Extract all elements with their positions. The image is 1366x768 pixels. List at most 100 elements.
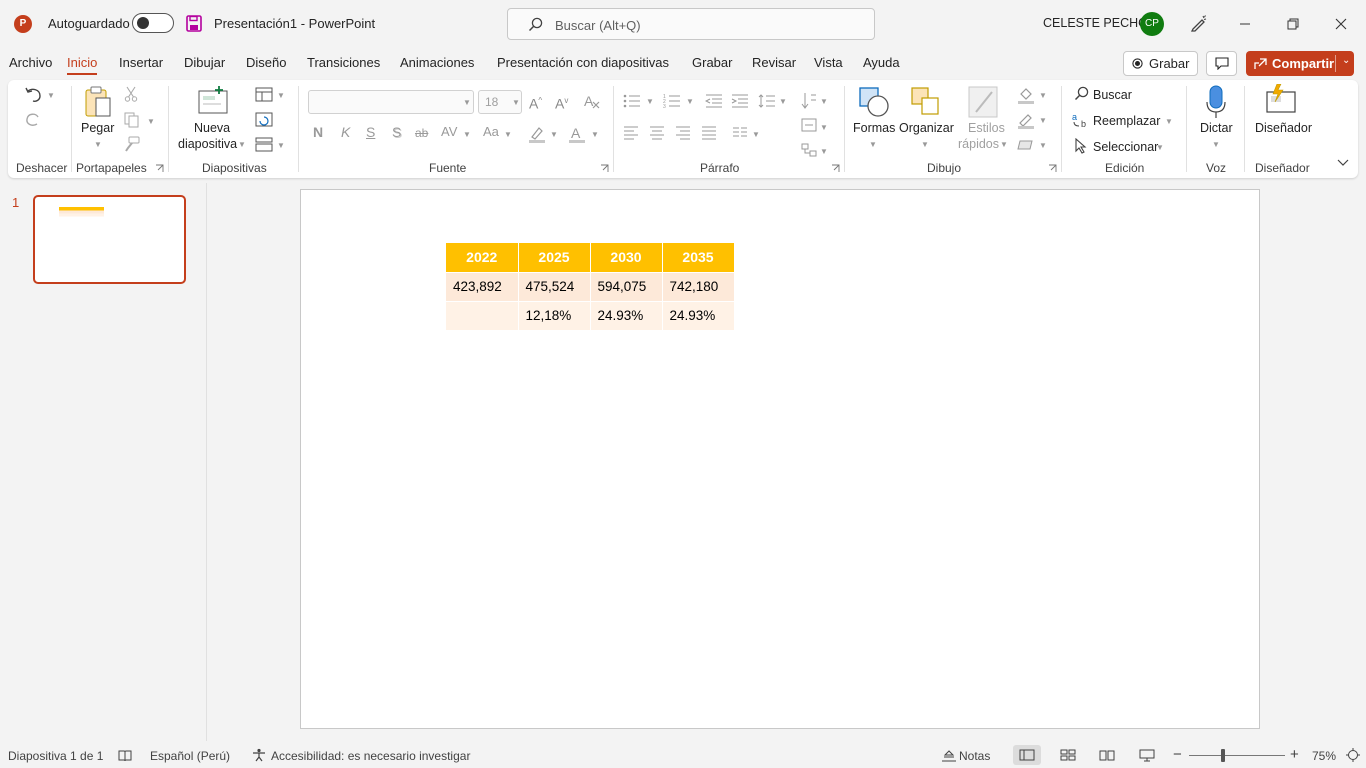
reading-view-button[interactable] <box>1093 745 1121 765</box>
copy-icon[interactable] <box>124 112 140 128</box>
search-box[interactable] <box>507 8 875 40</box>
chevron-down-icon[interactable]: ▼ <box>1039 116 1047 125</box>
chevron-down-icon[interactable]: ▼ <box>47 91 55 100</box>
designer-icon[interactable] <box>1265 84 1297 116</box>
close-button[interactable] <box>1318 0 1364 48</box>
chevron-down-icon[interactable]: ▼ <box>1156 143 1164 152</box>
table-cell[interactable] <box>446 301 519 331</box>
quick-styles-label-2[interactable]: rápidos <box>958 137 999 151</box>
grow-font-icon[interactable]: A^ <box>529 93 542 112</box>
find-label[interactable]: Buscar <box>1093 88 1132 102</box>
notes-button[interactable]: Notas <box>959 749 990 763</box>
table-cell[interactable]: 594,075 <box>590 272 663 302</box>
dialog-launcher-icon[interactable] <box>831 164 840 173</box>
chevron-down-icon[interactable]: ▼ <box>869 140 877 149</box>
replace-icon[interactable]: ab <box>1072 112 1090 128</box>
font-family-select[interactable]: ▼ <box>308 90 474 114</box>
designer-label[interactable]: Diseñador <box>1255 121 1312 135</box>
chevron-down-icon[interactable]: ▼ <box>1000 140 1008 149</box>
chevron-down-icon[interactable]: ▼ <box>277 141 285 150</box>
align-center-icon[interactable] <box>649 126 665 140</box>
chevron-down-icon[interactable]: ▼ <box>147 117 155 126</box>
format-painter-icon[interactable] <box>124 136 140 152</box>
zoom-out-icon[interactable]: − <box>1173 746 1182 763</box>
table-cell[interactable]: 12,18% <box>518 301 591 331</box>
table-cell[interactable]: 742,180 <box>662 272 735 302</box>
collapse-ribbon-icon[interactable] <box>1337 159 1349 167</box>
smartart-icon[interactable] <box>801 143 817 157</box>
tab-vista[interactable]: Vista <box>814 55 843 70</box>
line-spacing-icon[interactable] <box>758 94 776 108</box>
tab-insertar[interactable]: Insertar <box>119 55 163 70</box>
chevron-down-icon[interactable]: ▼ <box>591 130 599 139</box>
zoom-in-icon[interactable]: + <box>1290 746 1299 763</box>
table-cell[interactable]: 24.93% <box>662 301 735 331</box>
table-header-cell[interactable]: 2035 <box>662 243 735 273</box>
underline-button[interactable]: S <box>366 124 375 140</box>
share-button[interactable]: Compartir ⌄ <box>1246 51 1354 76</box>
chevron-down-icon[interactable]: ▼ <box>779 97 787 106</box>
quick-styles-icon[interactable] <box>968 86 998 118</box>
shape-fill-icon[interactable] <box>1017 86 1035 104</box>
chevron-down-icon[interactable]: ▼ <box>238 140 246 149</box>
table-header-cell[interactable]: 2022 <box>446 243 519 273</box>
chevron-down-icon[interactable]: ▼ <box>277 91 285 100</box>
chevron-down-icon[interactable]: ▼ <box>504 130 512 139</box>
reset-slide-icon[interactable] <box>255 112 273 127</box>
chevron-down-icon[interactable]: ▼ <box>752 130 760 139</box>
chevron-down-icon[interactable]: ▼ <box>1212 140 1220 149</box>
new-slide-icon[interactable] <box>197 86 229 116</box>
tab-revisar[interactable]: Revisar <box>752 55 796 70</box>
align-text-icon[interactable] <box>801 118 817 132</box>
select-label[interactable]: Seleccionar <box>1093 140 1158 154</box>
avatar[interactable]: CP <box>1140 12 1164 36</box>
chevron-down-icon[interactable]: ▼ <box>1039 91 1047 100</box>
change-case-button[interactable]: Aa <box>483 124 499 139</box>
shadow-button[interactable]: S <box>392 124 401 140</box>
font-color-icon[interactable]: A <box>568 125 586 143</box>
find-icon[interactable] <box>1074 86 1089 101</box>
shape-outline-icon[interactable] <box>1017 111 1035 129</box>
new-slide-label-1[interactable]: Nueva <box>194 121 230 135</box>
tab-archivo[interactable]: Archivo <box>9 55 52 70</box>
table-header-cell[interactable]: 2025 <box>518 243 591 273</box>
fit-to-window-icon[interactable] <box>1346 748 1360 762</box>
chevron-down-icon[interactable]: ▼ <box>1165 117 1173 126</box>
zoom-level[interactable]: 75% <box>1312 749 1336 763</box>
slide-sorter-button[interactable] <box>1054 745 1082 765</box>
layout-icon[interactable] <box>255 87 273 102</box>
designer-pen-icon[interactable] <box>1190 14 1208 32</box>
normal-view-button[interactable] <box>1013 745 1041 765</box>
table-cell[interactable]: 423,892 <box>446 272 519 302</box>
zoom-slider[interactable] <box>1189 755 1285 756</box>
strikethrough-button[interactable]: ab <box>415 126 428 140</box>
text-direction-icon[interactable] <box>801 92 817 110</box>
columns-icon[interactable] <box>732 127 748 139</box>
section-icon[interactable] <box>255 137 273 152</box>
comments-button[interactable] <box>1206 51 1237 76</box>
tab-ayuda[interactable]: Ayuda <box>863 55 900 70</box>
notes-icon[interactable] <box>941 750 957 762</box>
spelling-check-icon[interactable] <box>118 749 132 762</box>
bullets-icon[interactable] <box>623 94 641 108</box>
accessibility-icon[interactable] <box>252 748 266 762</box>
save-icon[interactable] <box>186 15 202 32</box>
tab-transiciones[interactable]: Transiciones <box>307 55 380 70</box>
restore-button[interactable] <box>1270 0 1316 48</box>
highlight-icon[interactable] <box>528 125 546 143</box>
dialog-launcher-icon[interactable] <box>155 164 164 173</box>
tab-grabar[interactable]: Grabar <box>692 55 732 70</box>
user-name[interactable]: CELESTE PECHO <box>1043 16 1148 30</box>
dictate-label[interactable]: Dictar <box>1200 121 1233 135</box>
shrink-font-icon[interactable]: Av <box>555 93 568 112</box>
align-right-icon[interactable] <box>675 126 691 140</box>
accessibility-status[interactable]: Accesibilidad: es necesario investigar <box>271 749 470 763</box>
chevron-down-icon[interactable]: ⌄ <box>1342 55 1350 66</box>
chevron-down-icon[interactable]: ▼ <box>820 123 828 132</box>
chevron-down-icon[interactable]: ▼ <box>550 130 558 139</box>
chevron-down-icon[interactable]: ▼ <box>686 97 694 106</box>
quick-styles-label-1[interactable]: Estilos <box>968 121 1005 135</box>
justify-icon[interactable] <box>701 126 717 140</box>
table-header-cell[interactable]: 2030 <box>590 243 663 273</box>
language-indicator[interactable]: Español (Perú) <box>150 749 230 763</box>
